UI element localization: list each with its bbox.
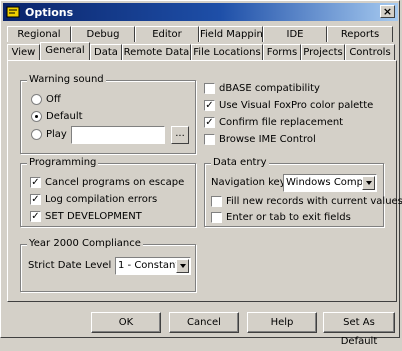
browse-sound-button[interactable]: ... — [171, 126, 189, 144]
warning-sound-group: Warning sound Off Default Play ... — [20, 74, 196, 154]
navigation-keys-label: Navigation keys: — [211, 177, 295, 188]
set-development-label: SET DEVELOPMENT — [45, 211, 142, 222]
tab-general[interactable]: General — [40, 42, 90, 60]
ok-button[interactable]: OK — [91, 312, 161, 333]
checkbox-box[interactable] — [211, 212, 222, 223]
tab-ide[interactable]: IDE — [263, 26, 327, 42]
window-title: Options — [25, 6, 74, 19]
programming-group: Programming ✓ Cancel programs on escape … — [20, 157, 196, 227]
strict-date-level-value: 1 - Constants — [118, 260, 185, 271]
help-button[interactable]: Help — [247, 312, 317, 333]
log-compilation-errors-label: Log compilation errors — [45, 194, 158, 205]
tab-debug[interactable]: Debug — [71, 26, 135, 42]
checkbox-box[interactable] — [204, 134, 215, 145]
tab-field-mapping[interactable]: Field Mapping — [199, 26, 263, 42]
enter-tab-exit-fields-label: Enter or tab to exit fields — [226, 212, 351, 223]
checkbox-box[interactable]: ✓ — [30, 211, 41, 222]
chevron-down-icon[interactable] — [176, 259, 189, 273]
options-dialog: Options × Regional Debug Editor Field Ma… — [0, 0, 402, 347]
tab-projects[interactable]: Projects — [301, 44, 345, 60]
radio-off-label: Off — [46, 94, 61, 105]
cancel-on-escape-label: Cancel programs on escape — [45, 177, 185, 188]
play-sound-path-input[interactable] — [71, 126, 165, 144]
navigation-keys-select[interactable]: Windows Compatible — [283, 174, 377, 192]
strict-date-level-label: Strict Date Level — [28, 260, 112, 271]
set-as-default-button[interactable]: Set As Default — [323, 312, 395, 347]
chevron-down-icon[interactable] — [362, 176, 375, 190]
radio-off-circle[interactable] — [31, 94, 42, 105]
tab-reports[interactable]: Reports — [327, 26, 393, 42]
data-entry-group: Data entry Navigation keys: Windows Comp… — [204, 157, 402, 227]
radio-play-circle[interactable] — [31, 129, 42, 140]
tab-controls[interactable]: Controls — [345, 44, 395, 60]
browse-ime-control-label: Browse IME Control — [219, 134, 316, 145]
close-icon[interactable]: × — [380, 5, 395, 18]
radio-default-label: Default — [46, 111, 83, 122]
tab-view[interactable]: View — [7, 44, 40, 60]
fill-new-records-label: Fill new records with current values — [226, 196, 402, 207]
data-entry-label: Data entry — [211, 157, 269, 168]
strict-date-level-select[interactable]: 1 - Constants — [115, 257, 191, 275]
y2k-label: Year 2000 Compliance — [27, 238, 143, 249]
checkbox-box[interactable]: ✓ — [204, 117, 215, 128]
options-app-icon — [6, 6, 20, 18]
tab-regional[interactable]: Regional — [7, 26, 71, 42]
tab-editor[interactable]: Editor — [135, 26, 199, 42]
cancel-button[interactable]: Cancel — [169, 312, 239, 333]
checkbox-box[interactable] — [204, 83, 215, 94]
radio-default-circle[interactable] — [31, 111, 42, 122]
warning-sound-label: Warning sound — [27, 74, 106, 85]
checkbox-box[interactable]: ✓ — [30, 194, 41, 205]
tab-file-locations[interactable]: File Locations — [191, 44, 263, 60]
checkbox-box[interactable]: ✓ — [30, 177, 41, 188]
use-vfp-color-palette-label: Use Visual FoxPro color palette — [219, 100, 374, 111]
title-bar: Options × — [3, 3, 398, 21]
general-tab-panel: Warning sound Off Default Play ... Progr… — [7, 60, 402, 302]
dbase-compatibility-label: dBASE compatibility — [219, 83, 320, 94]
checkbox-box[interactable]: ✓ — [204, 100, 215, 111]
confirm-file-replacement-label: Confirm file replacement — [219, 117, 344, 128]
tab-data[interactable]: Data — [90, 44, 122, 60]
programming-label: Programming — [27, 157, 99, 168]
radio-play-label: Play — [46, 129, 67, 140]
tab-remote-data[interactable]: Remote Data — [122, 44, 191, 60]
tab-forms[interactable]: Forms — [263, 44, 301, 60]
y2k-compliance-group: Year 2000 Compliance Strict Date Level 1… — [20, 238, 196, 292]
checkbox-box[interactable] — [211, 196, 222, 207]
